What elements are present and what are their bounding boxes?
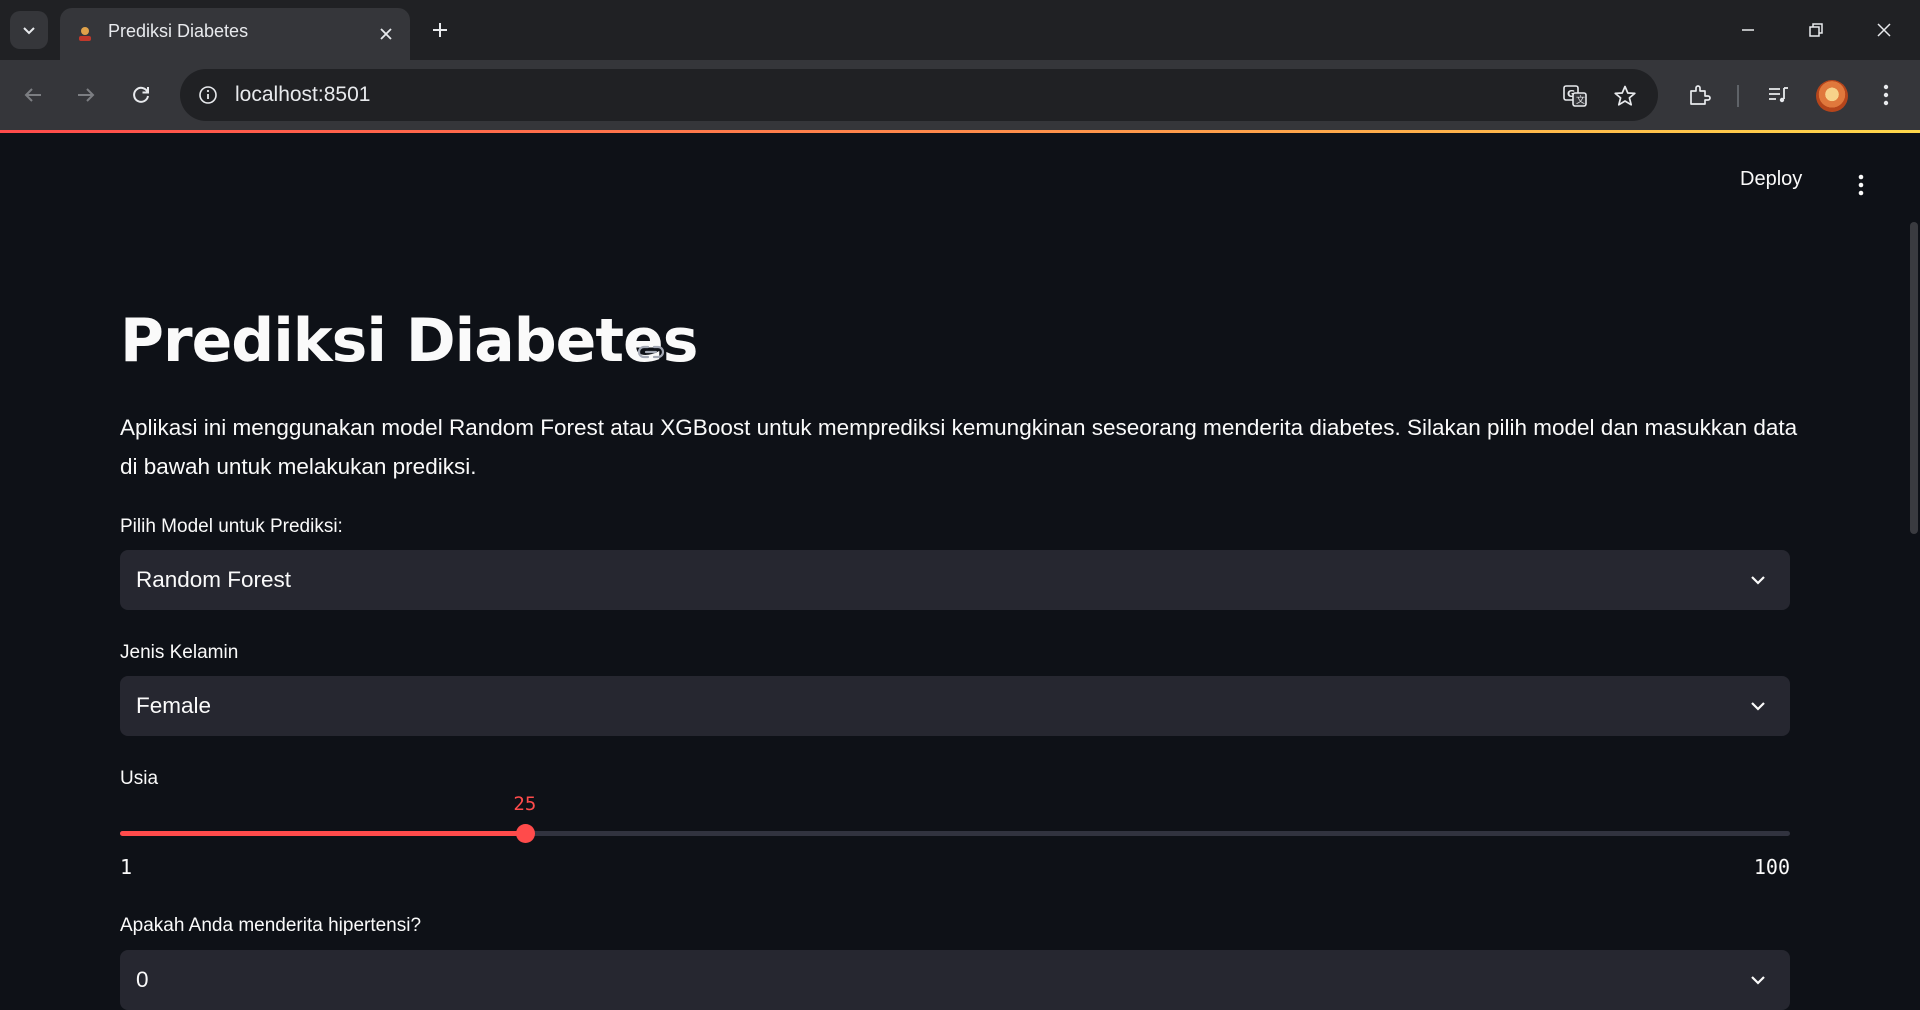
chevron-down-icon[interactable] — [1746, 968, 1770, 992]
model-select-label: Pilih Model untuk Prediksi: — [120, 516, 343, 537]
age-slider-max: 100 — [1753, 855, 1790, 879]
browser-tab-active[interactable]: Prediksi Diabetes — [60, 8, 410, 60]
restore-button[interactable] — [1798, 12, 1834, 48]
restore-icon — [1809, 23, 1823, 37]
app-description: Aplikasi ini menggunakan model Random Fo… — [120, 415, 1798, 479]
svg-text:文: 文 — [1576, 94, 1585, 106]
close-window-button[interactable] — [1866, 12, 1902, 48]
age-slider[interactable]: 25 — [120, 793, 1790, 843]
chevron-down-icon[interactable] — [1746, 694, 1770, 718]
hypertension-select-value: 0 — [136, 967, 149, 992]
address-bar[interactable]: localhost:8501 G文 — [180, 69, 1658, 121]
age-slider-thumb[interactable] — [515, 824, 535, 843]
page-title: Prediksi Diabetes — [120, 306, 698, 376]
browser-tab-bar: Prediksi Diabetes — [0, 0, 1920, 60]
streamlit-favicon-icon — [74, 23, 96, 45]
forward-button[interactable] — [66, 75, 106, 115]
forward-arrow-icon — [78, 88, 95, 102]
age-slider-label: Usia — [120, 768, 159, 789]
kebab-menu-icon[interactable] — [1868, 77, 1904, 113]
close-icon — [1877, 23, 1891, 37]
link-icon[interactable] — [636, 338, 666, 366]
page-loading-bar — [0, 130, 1920, 133]
media-queue-icon[interactable] — [1760, 77, 1796, 113]
scrollbar[interactable] — [1910, 222, 1918, 534]
chevron-down-icon — [23, 27, 35, 35]
age-slider-value: 25 — [513, 793, 537, 815]
model-select-value: Random Forest — [136, 567, 292, 592]
deploy-button[interactable]: Deploy — [1740, 168, 1802, 191]
hypertension-select[interactable]: 0 — [120, 950, 1790, 1010]
main-menu-button[interactable] — [1848, 170, 1874, 200]
profile-avatar[interactable] — [1816, 80, 1848, 112]
gender-select-label: Jenis Kelamin — [120, 642, 239, 663]
url-text: localhost:8501 — [235, 83, 371, 106]
new-tab-button[interactable] — [424, 14, 456, 46]
age-slider-min: 1 — [120, 855, 133, 879]
model-select[interactable]: Random Forest — [120, 550, 1790, 610]
tab-search-button[interactable] — [10, 11, 48, 49]
minimize-icon — [1742, 29, 1754, 31]
close-icon[interactable] — [374, 22, 398, 46]
back-button[interactable] — [13, 75, 53, 115]
plus-icon — [433, 23, 447, 37]
tab-title: Prediksi Diabetes — [108, 21, 249, 41]
gender-select-value: Female — [136, 693, 212, 718]
hypertension-select-label: Apakah Anda menderita hipertensi? — [120, 915, 422, 936]
back-arrow-icon — [24, 88, 41, 102]
info-icon[interactable] — [194, 81, 222, 109]
kebab-menu-icon — [1858, 174, 1864, 196]
age-slider-fill — [120, 831, 525, 836]
star-icon[interactable] — [1610, 81, 1640, 111]
toolbar-divider — [1737, 85, 1739, 107]
reload-button[interactable] — [121, 75, 161, 115]
translate-icon[interactable]: G文 — [1560, 81, 1590, 111]
extensions-icon[interactable] — [1681, 77, 1717, 113]
gender-select[interactable]: Female — [120, 676, 1790, 736]
reload-icon — [133, 86, 149, 103]
minimize-button[interactable] — [1730, 12, 1766, 48]
chevron-down-icon[interactable] — [1746, 568, 1770, 592]
browser-toolbar: localhost:8501 G文 — [0, 60, 1920, 130]
